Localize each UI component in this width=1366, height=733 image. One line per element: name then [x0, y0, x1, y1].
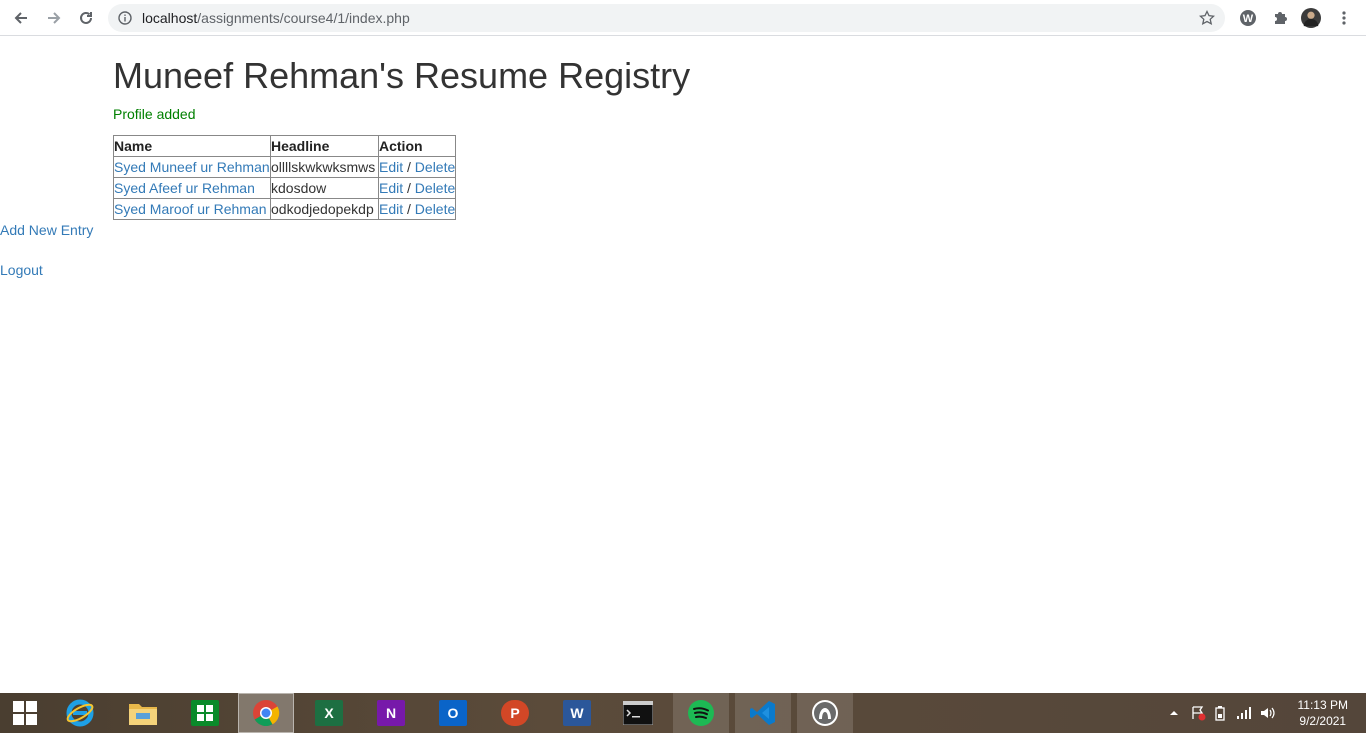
- headline-cell: kdosdow: [270, 177, 379, 199]
- excel-icon: X: [315, 700, 343, 726]
- start-button[interactable]: [0, 693, 50, 733]
- word-icon: W: [563, 700, 591, 726]
- clock-date: 9/2/2021: [1299, 714, 1347, 728]
- system-tray: [1168, 693, 1276, 733]
- taskbar-vscode[interactable]: [735, 693, 791, 733]
- volume-icon[interactable]: [1260, 706, 1276, 720]
- site-info-icon[interactable]: [118, 11, 132, 25]
- url-text: localhost/assignments/course4/1/index.ph…: [142, 10, 410, 26]
- reload-icon: [80, 11, 92, 24]
- browser-menu-icon[interactable]: [1334, 8, 1354, 28]
- internet-explorer-icon: [66, 699, 94, 727]
- taskbar-store[interactable]: [177, 693, 233, 733]
- name-cell: Syed Maroof ur Rehman: [113, 198, 271, 220]
- store-icon: [191, 700, 219, 726]
- vscode-icon: [750, 701, 775, 725]
- start-icon: [13, 701, 37, 725]
- address-bar[interactable]: localhost/assignments/course4/1/index.ph…: [108, 4, 1225, 32]
- action-cell: Edit / Delete: [377, 156, 457, 178]
- edit-link[interactable]: Edit: [379, 180, 403, 196]
- taskbar-spotify[interactable]: [673, 693, 729, 733]
- profile-name-link[interactable]: Syed Maroof ur Rehman: [114, 201, 267, 217]
- battery-icon[interactable]: [1214, 705, 1226, 721]
- taskbar-onenote[interactable]: N: [363, 693, 419, 733]
- reload-button[interactable]: [73, 5, 99, 31]
- action-separator: /: [407, 179, 411, 196]
- svg-text:W: W: [1243, 13, 1254, 25]
- profile-name-link[interactable]: Syed Afeef ur Rehman: [114, 180, 255, 196]
- profiles-table: Name Headline Action Syed Muneef ur Rehm…: [113, 135, 457, 220]
- spotify-icon: [688, 700, 714, 726]
- chrome-icon: [253, 700, 280, 727]
- powerpoint-icon: P: [501, 700, 529, 726]
- forward-button[interactable]: [41, 5, 67, 31]
- header-action: Action: [377, 135, 457, 157]
- header-headline: Headline: [270, 135, 379, 157]
- chevron-up-icon[interactable]: [1168, 707, 1180, 719]
- taskbar-chrome[interactable]: [238, 693, 294, 733]
- taskbar-app[interactable]: [797, 693, 853, 733]
- logout-link[interactable]: Logout: [0, 262, 43, 278]
- taskbar-outlook[interactable]: O: [425, 693, 481, 733]
- taskbar-file-explorer[interactable]: [115, 693, 171, 733]
- app-icon: [812, 700, 838, 726]
- action-cell: Edit / Delete: [377, 177, 457, 199]
- taskbar: X N O P W 11:13 PM 9/2/2021: [0, 693, 1366, 733]
- action-center-flag-icon[interactable]: [1190, 705, 1206, 721]
- bookmark-star-icon[interactable]: [1199, 10, 1215, 26]
- cmd-icon: [623, 701, 653, 725]
- action-cell: Edit / Delete: [377, 198, 457, 220]
- extension-w-icon[interactable]: W: [1238, 8, 1258, 28]
- extensions-puzzle-icon[interactable]: [1270, 8, 1290, 28]
- page-title: Muneef Rehman's Resume Registry: [113, 55, 691, 96]
- outlook-icon: O: [439, 700, 467, 726]
- action-separator: /: [407, 200, 411, 217]
- taskbar-cmd[interactable]: [610, 693, 666, 733]
- taskbar-word[interactable]: W: [549, 693, 605, 733]
- taskbar-excel[interactable]: X: [301, 693, 357, 733]
- delete-link[interactable]: Delete: [415, 180, 455, 196]
- url-path: /assignments/course4/1/index.php: [197, 10, 410, 26]
- name-cell: Syed Afeef ur Rehman: [113, 177, 271, 199]
- taskbar-internet-explorer[interactable]: [52, 693, 108, 733]
- clock-time: 11:13 PM: [1297, 698, 1348, 712]
- headline-cell: ollllskwkwksmws: [270, 156, 379, 178]
- delete-link[interactable]: Delete: [415, 159, 455, 175]
- table-row: Syed Muneef ur Rehman ollllskwkwksmws Ed…: [113, 156, 457, 178]
- browser-toolbar: localhost/assignments/course4/1/index.ph…: [0, 0, 1366, 36]
- action-separator: /: [407, 158, 411, 175]
- delete-link[interactable]: Delete: [415, 201, 455, 217]
- table-row: Syed Maroof ur Rehman odkodjedopekdp Edi…: [113, 198, 457, 220]
- profile-avatar-icon[interactable]: [1301, 8, 1321, 28]
- forward-arrow-icon: [48, 12, 61, 24]
- header-name: Name: [113, 135, 271, 157]
- back-button[interactable]: [8, 5, 34, 31]
- table-header-row: Name Headline Action: [113, 135, 457, 157]
- name-cell: Syed Muneef ur Rehman: [113, 156, 271, 178]
- wifi-signal-icon[interactable]: [1236, 706, 1252, 720]
- add-new-entry-link[interactable]: Add New Entry: [0, 222, 93, 238]
- back-arrow-icon: [14, 12, 27, 24]
- page-content: Muneef Rehman's Resume Registry Profile …: [0, 36, 1366, 693]
- flash-message: Profile added: [113, 106, 196, 122]
- profile-name-link[interactable]: Syed Muneef ur Rehman: [114, 159, 270, 175]
- edit-link[interactable]: Edit: [379, 201, 403, 217]
- taskbar-powerpoint[interactable]: P: [487, 693, 543, 733]
- url-host: localhost: [142, 10, 198, 26]
- edit-link[interactable]: Edit: [379, 159, 403, 175]
- file-explorer-icon: [129, 704, 157, 725]
- table-row: Syed Afeef ur Rehman kdosdow Edit / Dele…: [113, 177, 457, 199]
- headline-cell: odkodjedopekdp: [270, 198, 379, 220]
- taskbar-clock[interactable]: 11:13 PM 9/2/2021: [1298, 697, 1348, 729]
- onenote-icon: N: [377, 700, 405, 726]
